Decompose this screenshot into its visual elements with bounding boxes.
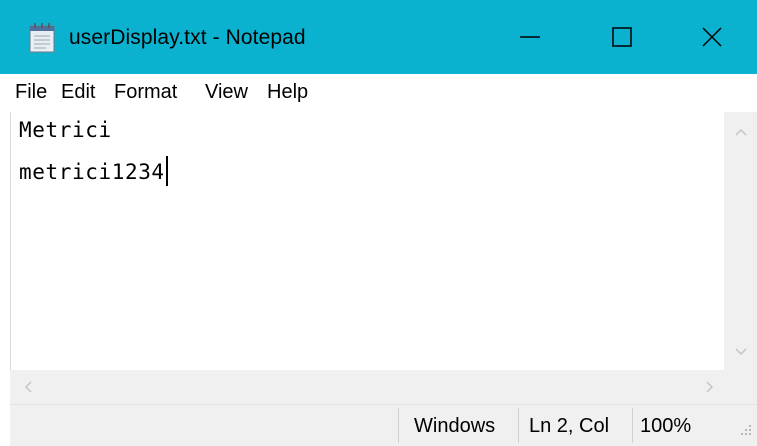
status-cursor-position: Ln 2, Col — [529, 415, 610, 437]
scroll-left-icon[interactable] — [18, 377, 38, 397]
status-separator — [398, 408, 399, 443]
minimize-button[interactable] — [485, 0, 575, 74]
minimize-icon — [520, 36, 540, 38]
editor-line-1: Metrici — [19, 118, 112, 142]
maximize-button[interactable] — [577, 0, 667, 74]
menu-format[interactable]: Format — [114, 79, 177, 106]
notepad-icon — [29, 23, 55, 53]
window-left-margin — [0, 74, 10, 445]
scrollbar-corner — [724, 370, 757, 404]
menu-view[interactable]: View — [205, 79, 248, 106]
editor-line-2-text: metrici1234 — [19, 160, 165, 184]
editor-line-2: metrici1234 — [19, 156, 168, 186]
menu-help[interactable]: Help — [267, 79, 308, 106]
vertical-scrollbar[interactable] — [724, 112, 757, 370]
title-bar[interactable]: userDisplay.txt - Notepad — [0, 0, 757, 74]
close-icon — [702, 27, 722, 47]
resize-grip-icon[interactable] — [734, 420, 754, 440]
menu-edit[interactable]: Edit — [61, 79, 95, 106]
status-zoom: 100% — [640, 415, 692, 437]
status-bar: Windows Ln 2, Col 100% — [10, 404, 757, 446]
horizontal-scrollbar[interactable] — [10, 370, 724, 404]
scroll-right-icon[interactable] — [700, 377, 720, 397]
text-editor[interactable]: Metrici metrici1234 — [10, 112, 725, 370]
status-line-ending: Windows — [414, 415, 496, 437]
window-title: userDisplay.txt - Notepad — [69, 26, 306, 49]
notepad-window: userDisplay.txt - Notepad File Edit Form… — [0, 0, 757, 446]
close-button[interactable] — [667, 0, 757, 74]
text-caret — [165, 156, 168, 186]
menu-file[interactable]: File — [15, 79, 47, 106]
menu-bar: File Edit Format View Help — [0, 74, 757, 112]
scroll-down-icon[interactable] — [731, 342, 751, 362]
maximize-icon — [612, 27, 632, 47]
scroll-up-icon[interactable] — [731, 122, 751, 142]
status-separator — [518, 408, 519, 443]
status-separator — [632, 408, 633, 443]
